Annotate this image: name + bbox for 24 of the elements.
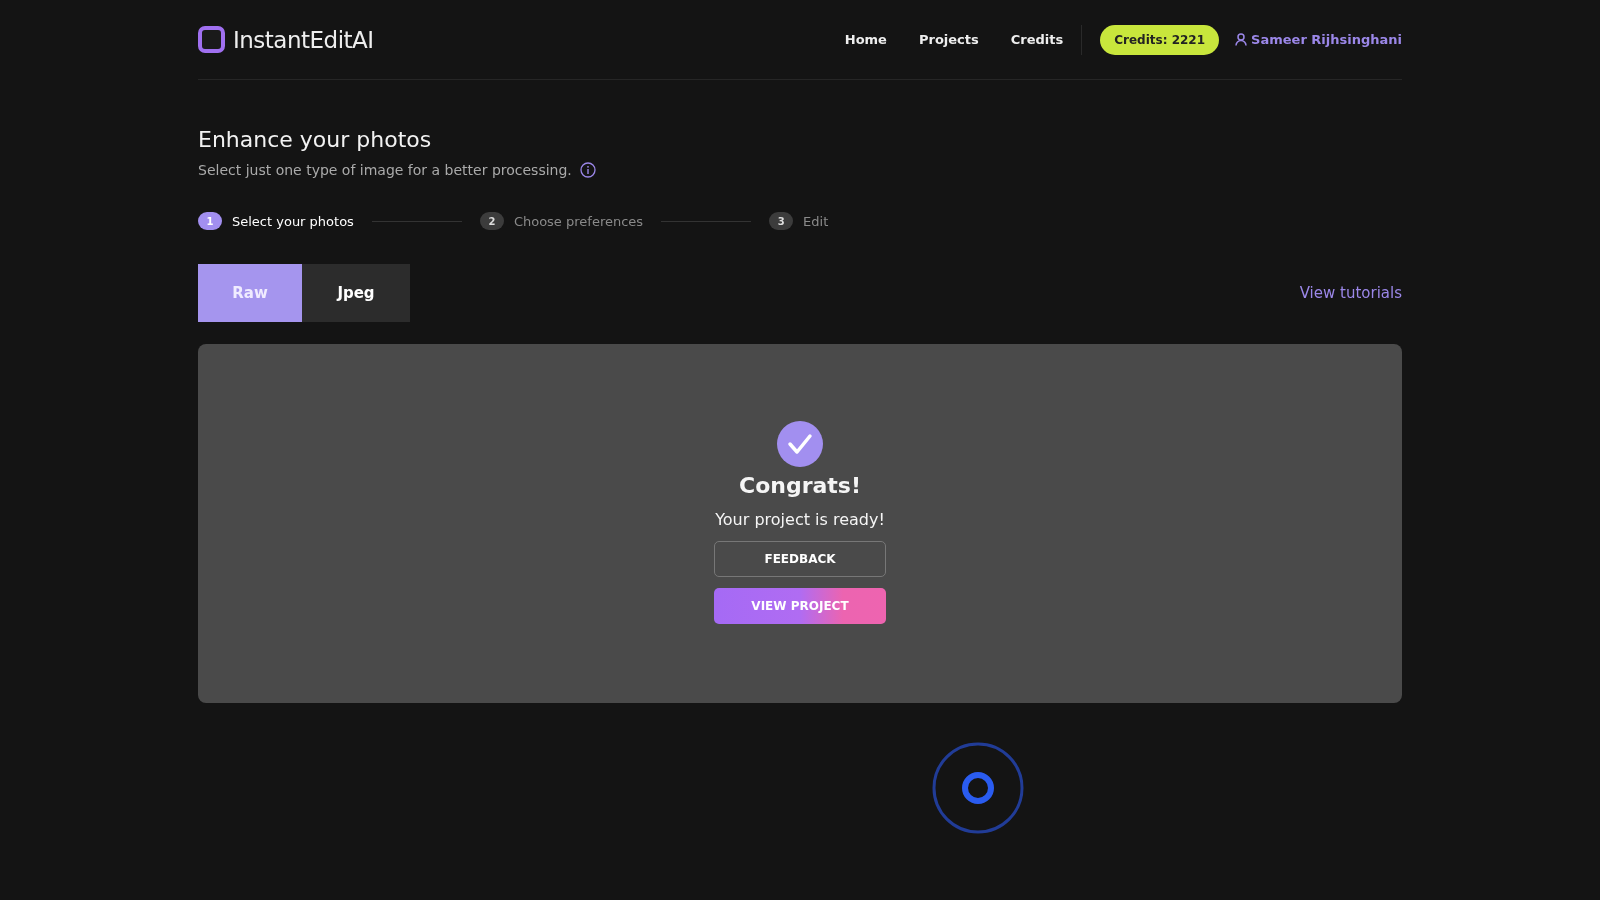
step-number: 3 [769,212,794,230]
ready-message: Your project is ready! [715,510,885,529]
congrats-heading: Congrats! [739,473,861,498]
page-subtitle: Select just one type of image for a better processing. [198,162,572,178]
logo-text: InstantEditAI [233,26,374,53]
feedback-button[interactable]: FEEDBACK [714,541,886,577]
tutorials-link[interactable]: View tutorials [1299,284,1402,302]
logo-icon [198,26,225,53]
step-label: Select your photos [232,213,354,229]
nav-link[interactable]: Projects [918,32,979,47]
image-type-tab[interactable]: Jpeg [302,264,410,322]
nav-link[interactable]: Home [844,32,887,47]
user-name-link[interactable]: Sameer Rijhsinghani [1251,32,1402,47]
user-icon [1235,33,1248,46]
info-icon[interactable] [579,162,596,178]
check-icon [777,421,823,467]
click-indicator-icon [931,741,1025,835]
step-number: 2 [479,212,504,230]
step-label: Choose preferences [513,213,644,229]
page-title: Enhance your photos [198,127,433,152]
step-label: Edit [803,213,829,229]
step-number: 1 [198,212,222,230]
nav-link[interactable]: Credits [1010,32,1064,47]
credits-badge[interactable]: Credits: 2221 [1100,24,1220,55]
